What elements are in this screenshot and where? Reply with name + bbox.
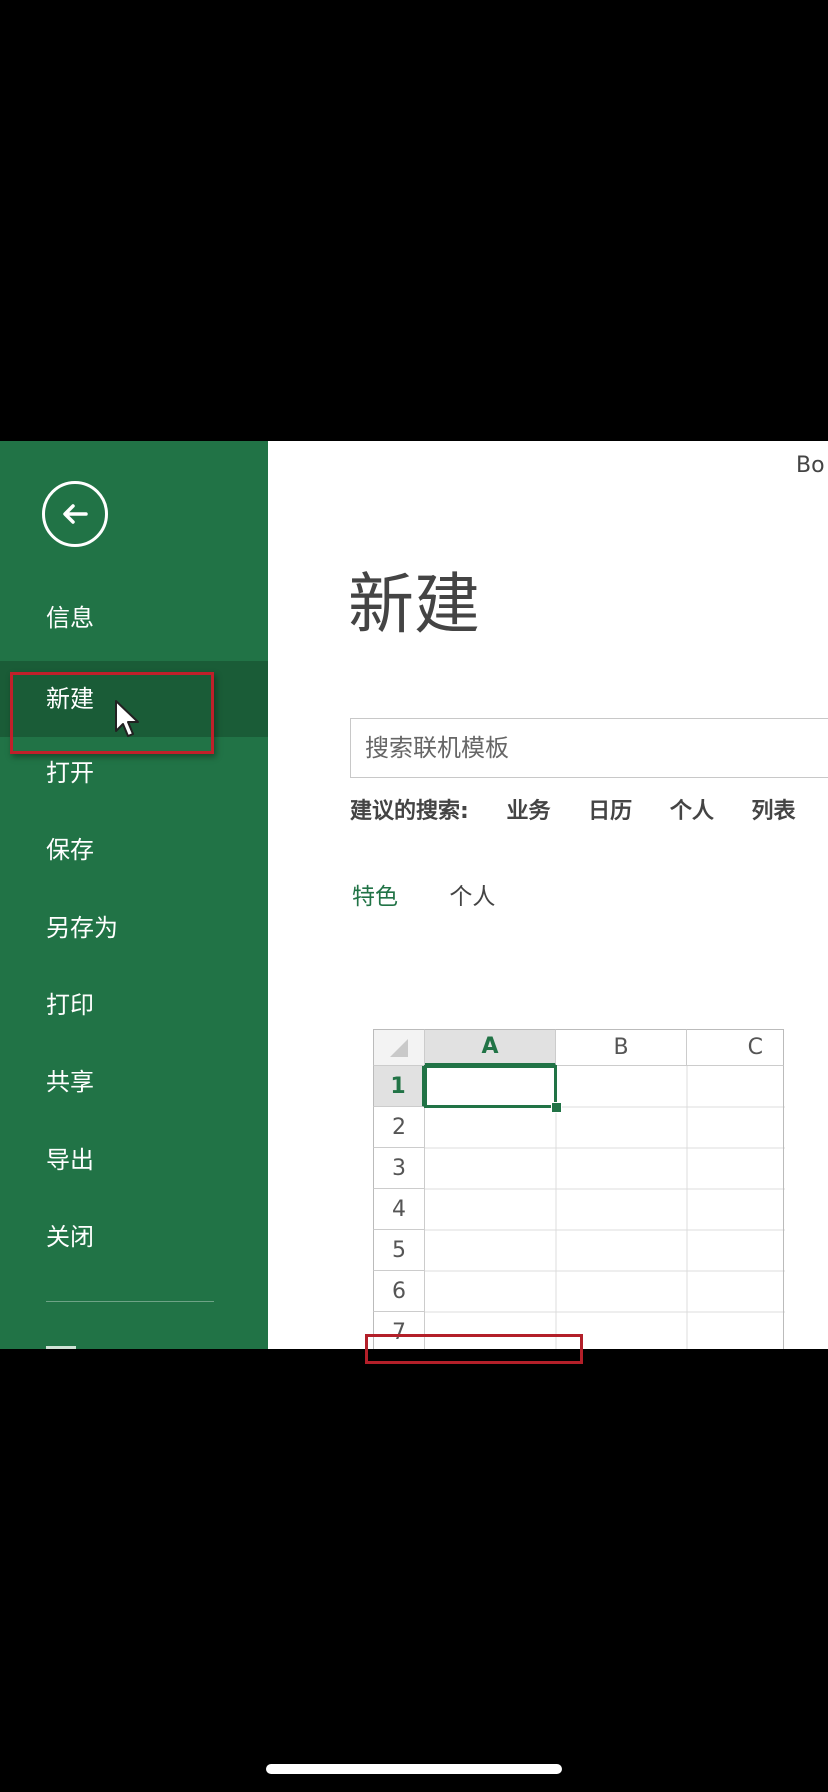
grid-corner bbox=[373, 1029, 425, 1066]
sidebar-item-partial[interactable] bbox=[46, 1334, 126, 1349]
blank-workbook-template[interactable]: A B C 1 2 3 4 5 6 7 bbox=[373, 1029, 785, 1349]
sidebar-item-save-as[interactable]: 另存为 bbox=[0, 890, 268, 966]
row-header-1: 1 bbox=[373, 1066, 425, 1107]
sidebar-divider bbox=[46, 1301, 214, 1302]
row-header-6: 6 bbox=[373, 1271, 425, 1312]
annotation-highlight-new bbox=[10, 672, 214, 754]
selected-cell-a1 bbox=[424, 1065, 557, 1108]
sidebar-item-export[interactable]: 导出 bbox=[0, 1122, 268, 1198]
sidebar-item-info[interactable]: 信息 bbox=[0, 580, 268, 656]
template-grid-preview: A B C 1 2 3 4 5 6 7 bbox=[373, 1029, 785, 1349]
suggested-searches: 建议的搜索: 业务 日历 个人 列表 bbox=[350, 793, 796, 825]
suggested-link-list[interactable]: 列表 bbox=[752, 799, 796, 824]
fill-handle bbox=[551, 1102, 562, 1113]
sidebar-item-print[interactable]: 打印 bbox=[0, 967, 268, 1043]
column-header-c: C bbox=[687, 1029, 784, 1066]
new-panel: Bo 新建 搜索联机模板 建议的搜索: 业务 日历 个人 列表 特色 个人 A … bbox=[268, 441, 828, 1349]
home-indicator[interactable] bbox=[266, 1764, 562, 1774]
row-header-5: 5 bbox=[373, 1230, 425, 1271]
row-header-4: 4 bbox=[373, 1189, 425, 1230]
document-title: Bo bbox=[796, 453, 825, 478]
column-header-a: A bbox=[425, 1029, 556, 1066]
backstage-sidebar: 信息 新建 打开 保存 另存为 打印 共享 导出 关闭 bbox=[0, 441, 268, 1349]
sidebar-item-save[interactable]: 保存 bbox=[0, 812, 268, 888]
tab-personal[interactable]: 个人 bbox=[449, 884, 495, 910]
row-header-2: 2 bbox=[373, 1107, 425, 1148]
suggested-searches-label: 建议的搜索: bbox=[350, 799, 469, 824]
mouse-pointer-icon bbox=[115, 700, 139, 737]
grid-lines bbox=[425, 1066, 785, 1349]
suggested-link-personal[interactable]: 个人 bbox=[670, 799, 714, 824]
search-templates-input[interactable]: 搜索联机模板 bbox=[350, 718, 828, 778]
back-button[interactable] bbox=[42, 481, 108, 547]
sidebar-item-share[interactable]: 共享 bbox=[0, 1044, 268, 1120]
back-arrow-icon bbox=[63, 504, 88, 524]
suggested-link-calendar[interactable]: 日历 bbox=[588, 799, 632, 824]
annotation-highlight-template bbox=[365, 1334, 583, 1364]
page-title: 新建 bbox=[348, 566, 480, 643]
row-header-3: 3 bbox=[373, 1148, 425, 1189]
sidebar-item-close[interactable]: 关闭 bbox=[0, 1199, 268, 1275]
tab-featured[interactable]: 特色 bbox=[352, 884, 398, 910]
column-header-b: B bbox=[556, 1029, 687, 1066]
suggested-link-business[interactable]: 业务 bbox=[506, 799, 550, 824]
excel-backstage: 信息 新建 打开 保存 另存为 打印 共享 导出 关闭 Bo 新建 搜索联机模板… bbox=[0, 441, 828, 1349]
template-tabs: 特色 个人 bbox=[352, 877, 495, 911]
